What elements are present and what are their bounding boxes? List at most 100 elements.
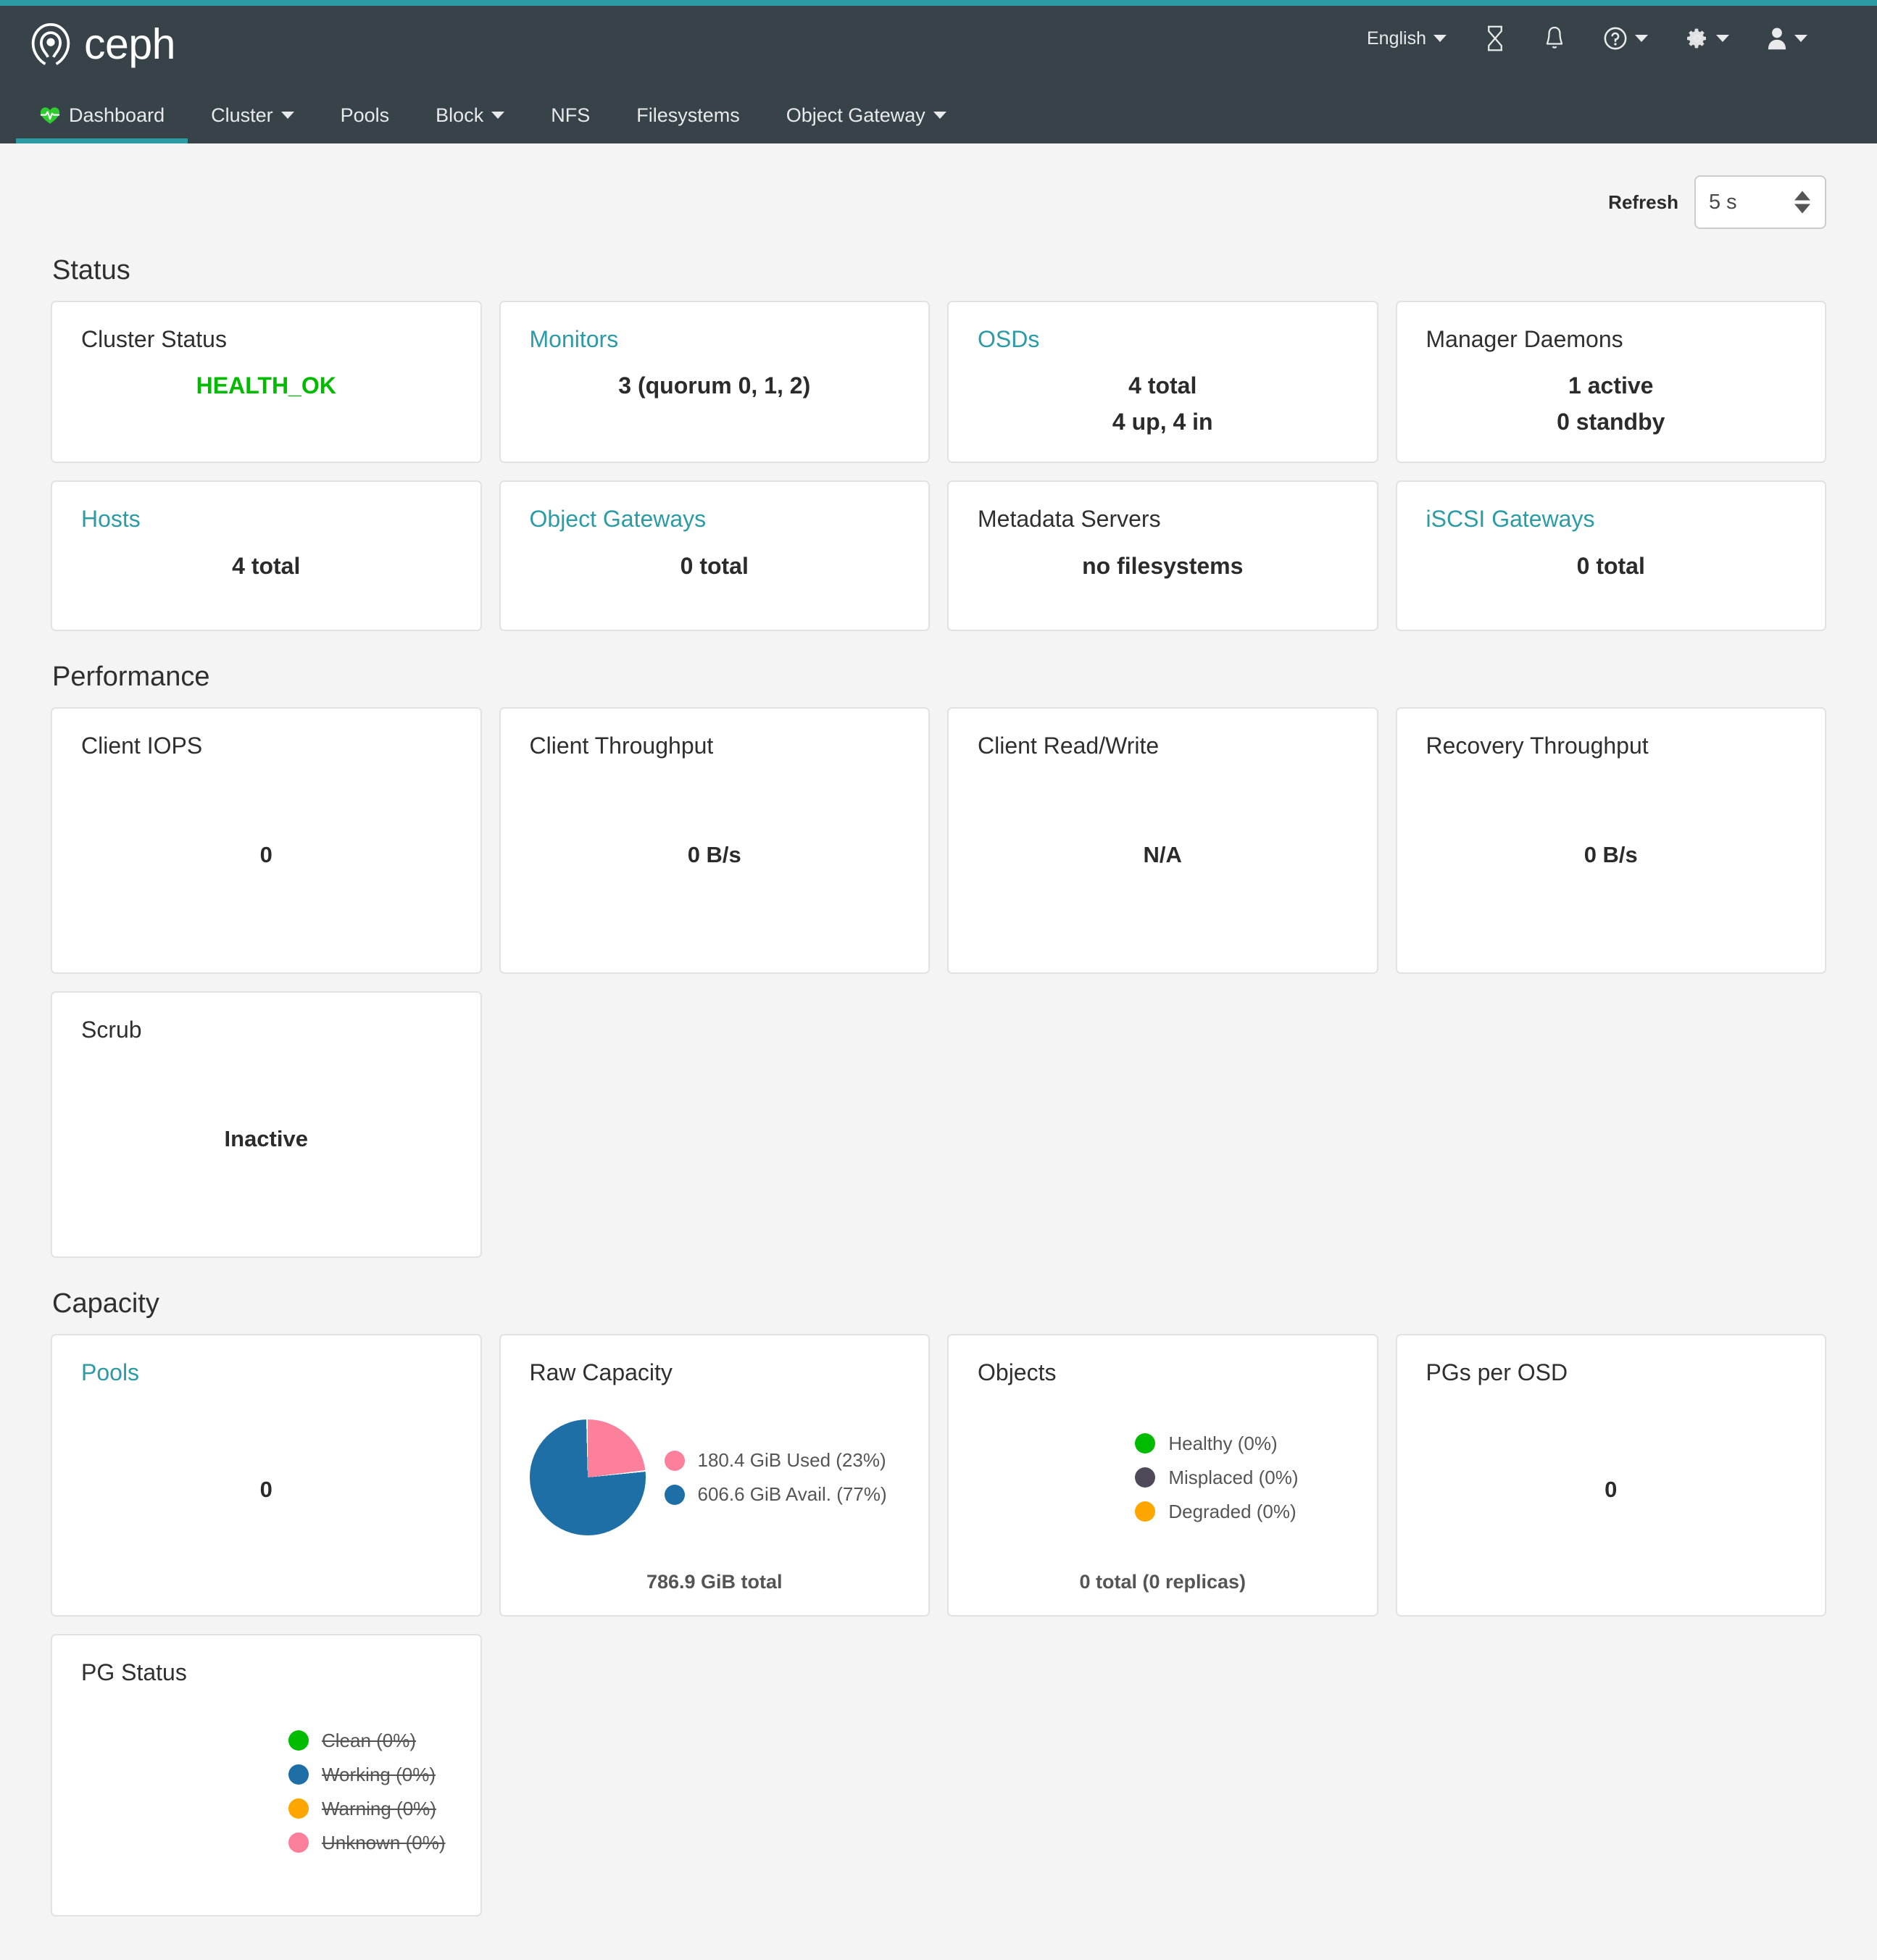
nav-item-dashboard[interactable]: Dashboard bbox=[16, 87, 188, 143]
nav-item-cluster[interactable]: Cluster bbox=[188, 87, 317, 143]
chevron-down-icon bbox=[1635, 35, 1648, 42]
dashboard-content: Refresh 5 s Status Cluster Status HEALTH… bbox=[0, 143, 1877, 1960]
hosts-value: 4 total bbox=[81, 549, 451, 585]
legend-label: Misplaced (0%) bbox=[1168, 1467, 1298, 1489]
legend-color-swatch bbox=[1135, 1501, 1155, 1522]
language-selector[interactable]: English bbox=[1348, 22, 1465, 55]
card-title: Manager Daemons bbox=[1426, 327, 1797, 352]
card-title-link-osds[interactable]: OSDs bbox=[978, 327, 1348, 352]
top-accent-bar bbox=[0, 0, 1877, 6]
legend-label: Working (0%) bbox=[322, 1764, 436, 1786]
card-pg-status: PG Status Clean (0%) Working (0%) bbox=[51, 1634, 482, 1917]
legend-item[interactable]: 180.4 GiB Used (23%) bbox=[665, 1449, 887, 1472]
notifications-button[interactable] bbox=[1525, 20, 1584, 57]
card-title-link-object-gateways[interactable]: Object Gateways bbox=[530, 506, 900, 532]
monitors-value: 3 (quorum 0, 1, 2) bbox=[530, 368, 900, 404]
card-title-link-pools[interactable]: Pools bbox=[81, 1360, 451, 1385]
card-client-throughput: Client Throughput 0 B/s bbox=[499, 707, 931, 974]
card-recovery-throughput: Recovery Throughput 0 B/s bbox=[1396, 707, 1827, 974]
nav-item-filesystems[interactable]: Filesystems bbox=[613, 87, 763, 143]
help-menu[interactable] bbox=[1584, 20, 1667, 57]
legend-item[interactable]: Working (0%) bbox=[288, 1764, 446, 1786]
performance-card-grid-second-row: Scrub Inactive bbox=[51, 991, 1826, 1258]
nav-item-nfs[interactable]: NFS bbox=[528, 87, 613, 143]
question-circle-icon bbox=[1603, 26, 1628, 51]
heartbeat-icon bbox=[39, 106, 61, 125]
card-title: Client Throughput bbox=[530, 733, 900, 759]
legend-item[interactable]: Degraded (0%) bbox=[1135, 1501, 1298, 1523]
chevron-down-icon bbox=[491, 112, 504, 119]
settings-menu[interactable] bbox=[1667, 21, 1748, 56]
spinner-arrows[interactable] bbox=[1794, 191, 1810, 214]
pg-status-chart: Clean (0%) Working (0%) Warning (0%) bbox=[81, 1686, 451, 1894]
nav-item-block[interactable]: Block bbox=[412, 87, 528, 143]
legend-label: Unknown (0%) bbox=[322, 1832, 446, 1854]
legend-color-swatch bbox=[1135, 1467, 1155, 1488]
metadata-servers-value: no filesystems bbox=[978, 549, 1348, 585]
card-body: 4 total 4 up, 4 in bbox=[978, 368, 1348, 440]
osds-up-in: 4 up, 4 in bbox=[978, 404, 1348, 441]
card-title: Client Read/Write bbox=[978, 733, 1348, 759]
language-label: English bbox=[1367, 28, 1426, 49]
client-iops-value: 0 bbox=[81, 759, 451, 951]
user-menu[interactable] bbox=[1748, 20, 1826, 57]
mgr-standby: 0 standby bbox=[1426, 404, 1797, 441]
card-title-link-hosts[interactable]: Hosts bbox=[81, 506, 451, 532]
objects-chart: Healthy (0%) Misplaced (0%) Degraded (0%… bbox=[978, 1386, 1348, 1566]
brand[interactable]: ceph bbox=[29, 6, 175, 67]
nav-item-object-gateway[interactable]: Object Gateway bbox=[763, 87, 970, 143]
legend-label: 606.6 GiB Avail. (77%) bbox=[698, 1483, 887, 1506]
client-read-write-value: N/A bbox=[978, 759, 1348, 951]
legend-item[interactable]: Clean (0%) bbox=[288, 1730, 446, 1752]
refresh-interval-select[interactable]: 5 s bbox=[1694, 175, 1826, 229]
nav-item-label: Block bbox=[436, 104, 483, 127]
refresh-interval-value: 5 s bbox=[1709, 191, 1737, 214]
card-body: 1 active 0 standby bbox=[1426, 368, 1797, 440]
legend-item[interactable]: 606.6 GiB Avail. (77%) bbox=[665, 1483, 887, 1506]
scrub-value: Inactive bbox=[81, 1043, 451, 1235]
objects-total: 0 total (0 replicas) bbox=[978, 1565, 1348, 1593]
capacity-card-grid: Pools 0 Raw Capacity 180.4 GiB Used (23%… bbox=[51, 1334, 1826, 1617]
nav-item-pools[interactable]: Pools bbox=[317, 87, 413, 143]
chevron-down-icon bbox=[1794, 35, 1807, 42]
card-title: PG Status bbox=[81, 1660, 451, 1685]
card-body: 4 total bbox=[81, 549, 451, 585]
card-title: Metadata Servers bbox=[978, 506, 1348, 532]
card-scrub: Scrub Inactive bbox=[51, 991, 482, 1258]
objects-legend: Healthy (0%) Misplaced (0%) Degraded (0%… bbox=[1135, 1433, 1298, 1523]
chevron-down-icon bbox=[933, 112, 946, 119]
card-title: Raw Capacity bbox=[530, 1360, 900, 1385]
legend-item[interactable]: Healthy (0%) bbox=[1135, 1433, 1298, 1455]
legend-item[interactable]: Warning (0%) bbox=[288, 1798, 446, 1820]
card-title-link-iscsi-gateways[interactable]: iSCSI Gateways bbox=[1426, 506, 1797, 532]
legend-color-swatch bbox=[288, 1798, 309, 1819]
nav-item-label: Cluster bbox=[211, 104, 273, 127]
card-raw-capacity: Raw Capacity 180.4 GiB Used (23%) 606.6 … bbox=[499, 1334, 931, 1617]
header-top-row: ceph English bbox=[0, 6, 1877, 87]
section-title-performance: Performance bbox=[52, 662, 1826, 693]
card-client-read-write: Client Read/Write N/A bbox=[947, 707, 1378, 974]
card-hosts: Hosts 4 total bbox=[51, 480, 482, 631]
task-manager-button[interactable] bbox=[1465, 19, 1525, 58]
objects-legend-wrap: Healthy (0%) Misplaced (0%) Degraded (0%… bbox=[978, 1433, 1348, 1523]
capacity-card-grid-second-row: PG Status Clean (0%) Working (0%) bbox=[51, 1634, 1826, 1917]
nav-item-label: Dashboard bbox=[69, 104, 165, 127]
card-manager-daemons: Manager Daemons 1 active 0 standby bbox=[1396, 301, 1827, 463]
nav-item-label: NFS bbox=[551, 104, 590, 127]
brand-name: ceph bbox=[84, 23, 175, 66]
objects-legend-clipped-item[interactable] bbox=[1332, 1467, 1342, 1488]
legend-label: 180.4 GiB Used (23%) bbox=[698, 1449, 886, 1472]
card-title: Client IOPS bbox=[81, 733, 451, 759]
pools-value: 0 bbox=[81, 1386, 451, 1594]
spinner-up-icon[interactable] bbox=[1794, 191, 1810, 201]
card-monitors: Monitors 3 (quorum 0, 1, 2) bbox=[499, 301, 931, 463]
raw-capacity-chart: 180.4 GiB Used (23%) 606.6 GiB Avail. (7… bbox=[530, 1386, 900, 1566]
card-iscsi-gateways: iSCSI Gateways 0 total bbox=[1396, 480, 1827, 631]
card-objects: Objects Healthy (0%) Misplaced (0%) bbox=[947, 1334, 1378, 1617]
legend-item[interactable]: Unknown (0%) bbox=[288, 1832, 446, 1854]
spinner-down-icon[interactable] bbox=[1794, 204, 1810, 214]
legend-item[interactable]: Misplaced (0%) bbox=[1135, 1467, 1298, 1489]
raw-capacity-pie-icon bbox=[530, 1419, 646, 1535]
card-title-link-monitors[interactable]: Monitors bbox=[530, 327, 900, 352]
legend-label: Warning (0%) bbox=[322, 1798, 436, 1820]
